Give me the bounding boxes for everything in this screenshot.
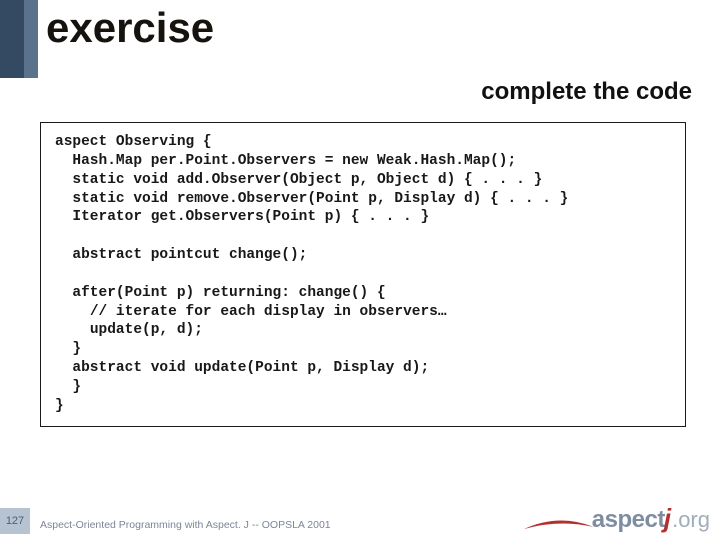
code-content: aspect Observing { Hash.Map per.Point.Ob… [55, 133, 673, 416]
slide-subtitle: complete the code [481, 78, 692, 106]
logo-j: j [664, 503, 671, 534]
footer-text: Aspect-Oriented Programming with Aspect.… [40, 519, 331, 531]
logo-aspect: aspect [592, 506, 665, 534]
aspectj-logo: aspect j .org [592, 503, 710, 534]
slide-title: exercise [46, 4, 214, 52]
swoosh-icon [524, 517, 594, 531]
slide-number: 127 [6, 515, 24, 527]
title-band: exercise [0, 0, 720, 78]
logo-org: .org [672, 507, 710, 533]
slide-number-box: 127 [0, 508, 30, 534]
slide: exercise complete the code aspect Observ… [0, 0, 720, 540]
accent-bar-dark [0, 0, 24, 78]
code-box: aspect Observing { Hash.Map per.Point.Ob… [40, 122, 686, 427]
accent-bar-light [24, 0, 38, 78]
